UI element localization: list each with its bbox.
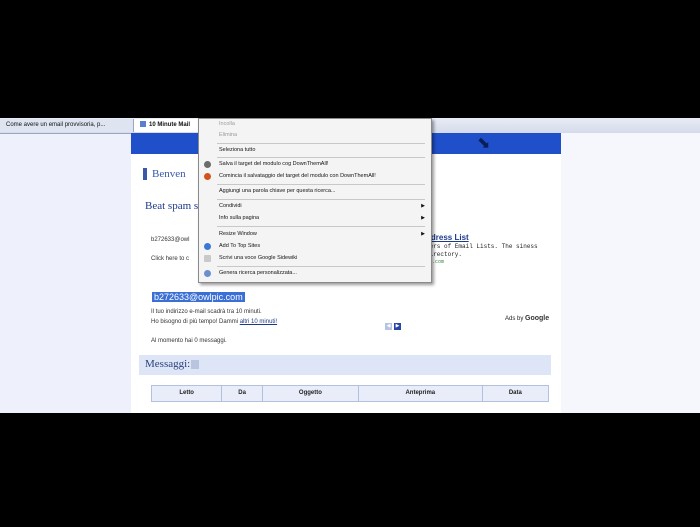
sidewiki-icon [204,255,211,262]
top-sites-icon [204,243,211,250]
messages-bar: Messaggi: [139,355,551,375]
menu-item-resize-window[interactable]: Resize Window ▶ [199,229,431,240]
tab-label: 10 Minute Mail [149,122,191,128]
menu-separator [217,157,425,158]
menu-item-label: Add To Top Sites [219,243,261,249]
message-count: Al momento hai 0 messaggi. [151,338,227,344]
menu-separator [217,226,425,227]
menu-item-label: Condividi [219,203,242,209]
menu-item-label: Resize Window [219,231,257,237]
column-header-read[interactable]: Letto [152,386,223,401]
context-menu: Incolla Elimina Seleziona tutto Salva il… [198,118,432,283]
menu-item-add-keyword[interactable]: Aggiungi una parola chiave per questa ri… [199,186,431,197]
menu-item-dta-start[interactable]: Comincia il salvataggio del target del m… [199,171,431,182]
more-time-link[interactable]: altri 10 minuti! [240,319,277,325]
ad-text: ders of Email Lists. The siness Director… [426,243,538,258]
google-logo: Google [525,315,550,322]
menu-separator [217,266,425,267]
column-header-date[interactable]: Data [483,386,548,401]
submenu-arrow-icon: ▶ [421,231,425,237]
menu-item-page-info[interactable]: Info sulla pagina ▶ [199,213,431,224]
ads-by-label: Ads by [505,316,524,322]
search-icon [204,270,211,277]
welcome-heading: Benven [143,168,186,180]
menu-item-label: Scrivi una voce Google Sidewiki [219,255,298,261]
more-time-text: Ho bisogno di più tempo! Dammi [151,319,240,325]
expire-notice: Il tuo indirizzo e-mail scadrà tra 10 mi… [151,309,262,315]
menu-item-share[interactable]: Condividi ▶ [199,201,431,212]
column-header-subject[interactable]: Oggetto [263,386,359,401]
prev-arrow-icon[interactable]: ◀ [385,323,392,330]
cursor-icon [191,359,200,369]
ads-by-google[interactable]: Ads by Google [505,315,549,322]
column-header-from[interactable]: Da [222,386,263,401]
menu-item-delete[interactable]: Elimina [199,130,431,141]
menu-separator [217,184,425,185]
selected-email-address[interactable]: b272633@owlpic.com [152,292,245,302]
menu-item-label: Salva il target del modulo cog DownThemA… [219,161,329,167]
more-time-line: Ho bisogno di più tempo! Dammi altri 10 … [151,319,277,325]
ad-nav: ◀ ▶ [385,314,403,332]
tab-10-minute-mail[interactable]: 10 Minute Mail [134,119,204,132]
column-header-preview[interactable]: Anteprima [359,386,483,401]
messages-table-header: Letto Da Oggetto Anteprima Data [151,385,549,402]
messages-title-text: Messaggi: [145,358,191,370]
favicon-icon [140,121,146,128]
menu-item-paste[interactable]: Incolla [199,119,431,130]
menu-item-label: Comincia il salvataggio del target del m… [219,173,376,179]
menu-item-add-top-sites[interactable]: Add To Top Sites [199,241,431,252]
menu-separator [217,199,425,200]
menu-separator [217,143,425,144]
downthemall-onego-icon [204,173,211,180]
menu-item-sidewiki[interactable]: Scrivi una voce Google Sidewiki [199,253,431,264]
next-arrow-icon[interactable]: ▶ [394,323,401,330]
menu-item-label: Info sulla pagina [219,215,260,221]
submenu-arrow-icon: ▶ [421,203,425,209]
submenu-arrow-icon: ▶ [421,215,425,221]
email-address-text: b272633@owl [151,237,190,243]
logo-arrow-icon: ⬊ [477,135,491,152]
menu-item-dta-save[interactable]: Salva il target del modulo cog DownThemA… [199,159,431,170]
click-here-text[interactable]: Click here to c [151,256,189,262]
menu-item-select-all[interactable]: Seleziona tutto [199,145,431,156]
downthemall-icon [204,161,211,168]
menu-item-custom-search[interactable]: Genera ricerca personalizzata... [199,268,431,279]
tab-email-article[interactable]: Come avere un email provvisoria, p... [0,119,134,132]
ad-title-link[interactable]: ddress List [426,233,469,242]
messages-title: Messaggi: [145,358,200,370]
menu-item-label: Genera ricerca personalizzata... [219,270,297,276]
page-margin [561,133,700,413]
